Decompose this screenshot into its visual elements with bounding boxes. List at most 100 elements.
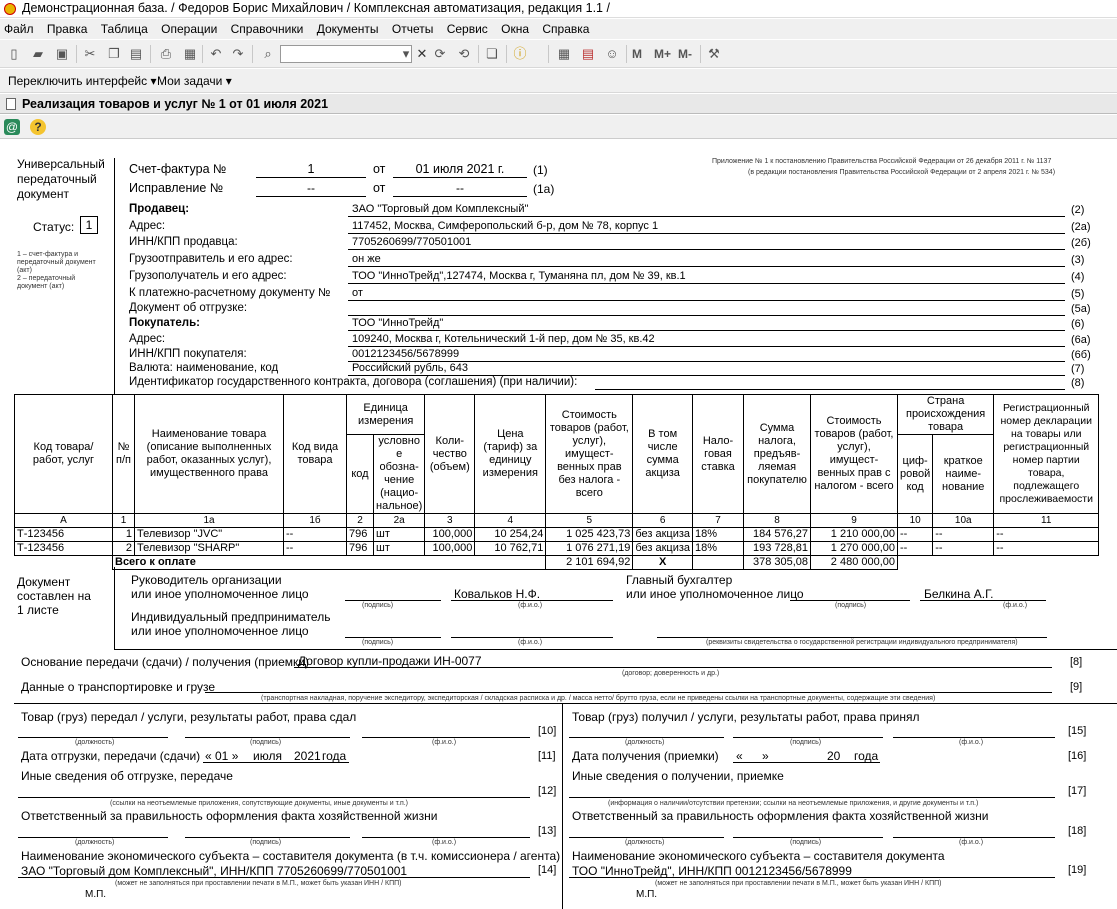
total-cost-without-tax: 2 101 694,92 [545,555,634,570]
document-icon [6,98,16,110]
redo-icon[interactable]: ↷ [230,46,246,62]
left-resp-position-caption: (должность) [75,839,115,846]
menu-documents[interactable]: Документы [317,22,379,36]
menu-operations[interactable]: Операции [161,22,217,36]
ref-box-15: [15] [1068,725,1087,737]
find-prev-icon[interactable]: ⟲ [456,46,472,62]
new-document-icon[interactable]: ▯ [6,46,22,62]
cell-cost_wo: 1 025 423,73 [545,527,634,542]
cell-uname: шт [372,527,426,542]
save-icon[interactable]: ▣ [54,46,70,62]
tools-icon[interactable]: ⚒ [706,46,722,62]
field-ref: (6б) [1071,349,1091,361]
field-value: от [352,287,363,299]
menu-catalogs[interactable]: Справочники [231,22,304,36]
paste-icon[interactable]: ▤ [128,46,144,62]
total-label: Всего к оплате [111,555,547,570]
cell-rate: 18% [692,527,745,542]
print-icon[interactable]: ⎙ [158,46,174,62]
left-sign-caption: (подпись) [250,739,282,746]
right-resp-position-caption: (должность) [625,839,665,846]
open-folder-icon[interactable]: ▰ [30,46,46,62]
undo-icon[interactable]: ↶ [208,46,224,62]
menu-help[interactable]: Справка [542,22,589,36]
right-other-note: (информация о наличии/отсутствии претенз… [608,800,979,807]
basis-label: Основание передачи (сдачи) / получения (… [21,655,309,669]
search-clear-icon[interactable]: ✕ [414,46,430,62]
calculator-icon[interactable]: ▦ [556,46,572,62]
status-note: 1 – счет-фактура и передаточный документ(… [17,251,96,290]
head-label-2: или иное уполномоченное лицо [131,587,309,601]
left-position-caption: (должность) [75,739,115,746]
search-icon[interactable]: ⌕ [260,46,276,62]
menu-file[interactable]: Файл [4,22,34,36]
column-number: 1б [283,513,347,528]
info-icon[interactable]: ⓘ [512,46,528,62]
search-dropdown-chevron-icon[interactable]: ▾ [398,46,414,62]
col-header-cost-with-tax: Стоимость товаров (работ, услуг), имущес… [810,394,899,514]
windows-icon[interactable]: ❏ [484,46,500,62]
users-icon[interactable]: ☺ [604,46,620,62]
cell-ccode: -- [897,527,934,542]
table-row: Т-123456 1 Телевизор "JVC" -- 796 шт 100,000 10… [14,527,1100,542]
search-input[interactable] [280,45,412,63]
menu-windows[interactable]: Окна [501,22,529,36]
right-date-goda: года [854,749,879,763]
col-header-qty: Коли- чество (объем) [424,394,476,514]
left-date-goda: года [322,749,347,763]
send-email-icon[interactable]: @ [4,119,20,135]
memory-button[interactable]: M [632,46,642,62]
field-ref: (2б) [1071,237,1091,249]
field-label: Покупатель: [129,317,201,329]
head-sign-caption: (подпись) [362,602,394,609]
col-header-declaration: Регистрационный номер декларации на това… [993,394,1100,514]
right-fio-caption: (ф.и.о.) [959,739,984,746]
find-next-icon[interactable]: ⟳ [432,46,448,62]
field-label: Адрес: [129,220,166,232]
col-header-excise: В том числе сумма акциза [632,394,694,514]
cut-icon[interactable]: ✂ [82,46,98,62]
cell-uname: шт [372,541,426,556]
column-number: 1 [112,513,135,528]
memory-plus-button[interactable]: M+ [654,46,671,62]
field-ref: (5а) [1071,303,1091,315]
right-date-open-quote: « [736,749,743,763]
switch-interface-button[interactable]: Переключить интерфейс ▾ [8,69,156,93]
field-ref: (2) [1071,204,1085,216]
accountant-sign-caption: (подпись) [835,602,867,609]
col-header-country-name: краткое наиме- нование [932,434,995,514]
cell-decl: -- [993,541,1100,556]
my-tasks-button[interactable]: Мои задачи ▾ [157,69,232,93]
field-label: ИНН/КПП продавца: [129,236,238,248]
basis-note: (договор; доверенность и др.) [622,670,720,677]
col-header-cost-without-tax: Стоимость товаров (работ, услуг), имущес… [545,394,634,514]
column-numbers-row: А 1 1а 1б 2 2а 3 4 5 6 7 8 9 10 10а 11 [14,513,1100,528]
upd-document: Универсальный передаточный документ Статус… [0,140,1117,909]
copy-icon[interactable]: ❐ [106,46,122,62]
right-received-label: Товар (груз) получил / услуги, результат… [572,710,920,724]
ref-1a: (1а) [533,182,555,196]
column-number: 1а [134,513,284,528]
print-preview-icon[interactable]: ▦ [182,46,198,62]
help-icon[interactable]: ? [30,119,46,135]
right-sign-caption: (подпись) [790,739,822,746]
column-number: 3 [424,513,476,528]
menu-table[interactable]: Таблица [101,22,148,36]
correction-label: Исправление № [129,181,224,195]
menu-edit[interactable]: Правка [47,22,88,36]
calendar-icon[interactable]: ▤ [580,46,596,62]
right-entity-value: ТОО "ИнноТрейд", ИНН/КПП 0012123456/5678… [572,864,852,878]
memory-minus-button[interactable]: M- [678,46,692,62]
menu-service[interactable]: Сервис [447,22,488,36]
field-ref: (4) [1071,271,1085,283]
menu-reports[interactable]: Отчеты [392,22,433,36]
column-number: 9 [810,513,899,528]
menu-bar: Файл Правка Таблица Операции Справочники… [0,19,1117,39]
col-header-code: Код товара/ работ, услуг [14,394,113,514]
total-cost-with-tax: 2 480 000,00 [810,555,899,570]
right-resp-fio-caption: (ф.и.о.) [959,839,984,846]
left-entity-label: Наименование экономического субъекта – с… [21,849,561,863]
cell-qty: 100,000 [424,527,476,542]
accountant-fio-caption: (ф.и.о.) [1003,602,1028,609]
document-window-title: Реализация товаров и услуг № 1 от 01 июл… [0,94,1117,114]
